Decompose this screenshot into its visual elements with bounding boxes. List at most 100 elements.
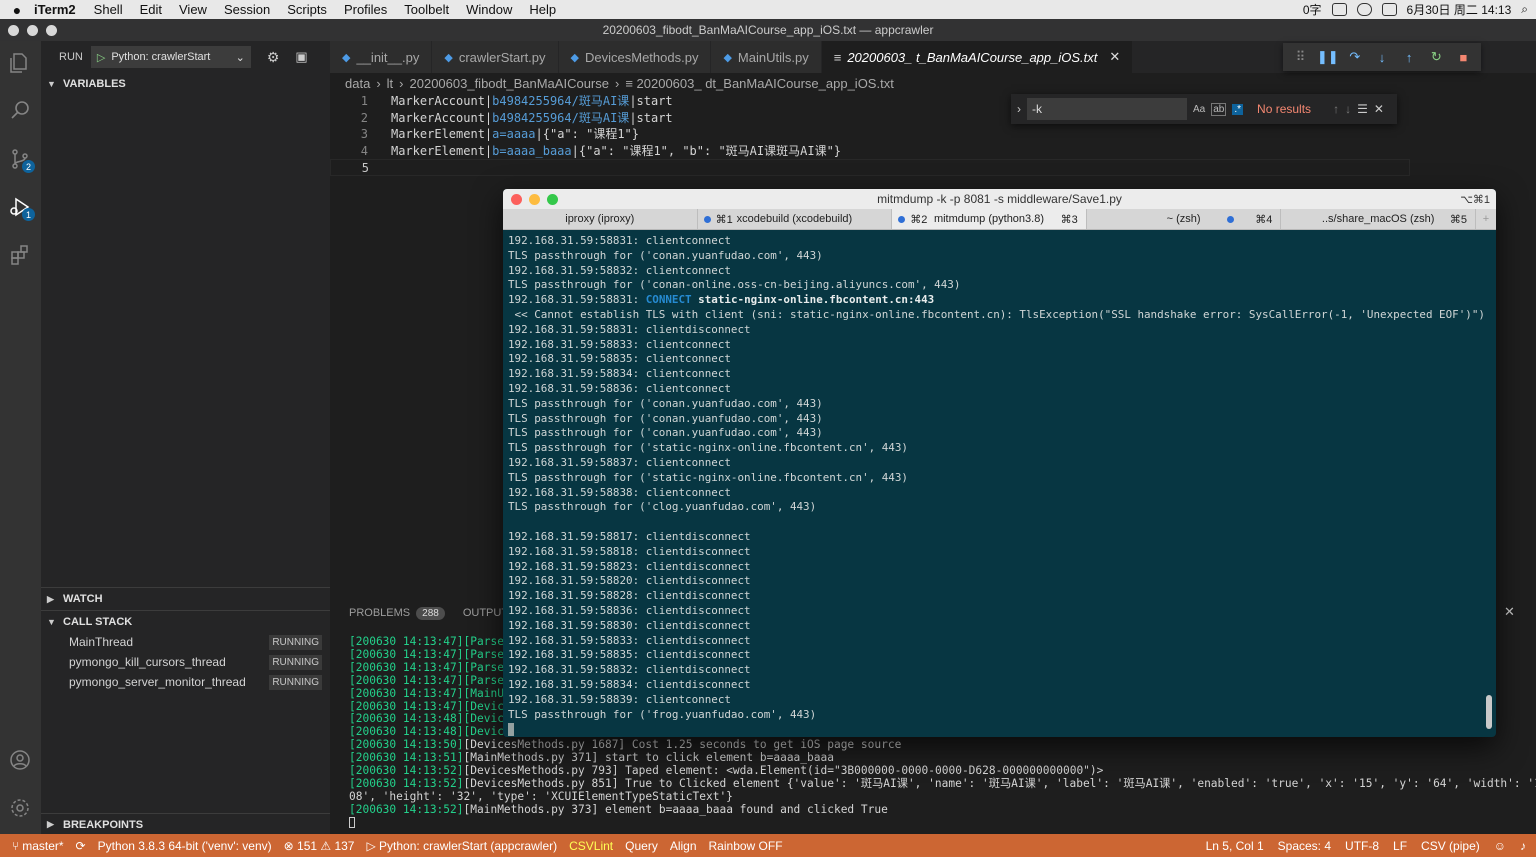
- extensions-icon[interactable]: [6, 241, 34, 269]
- variables-section-header[interactable]: ▼ VARIABLES: [41, 73, 330, 95]
- run-debug-icon[interactable]: 1: [6, 193, 35, 221]
- close-icon[interactable]: ✕: [1504, 604, 1515, 620]
- pause-icon[interactable]: ❚❚: [1317, 49, 1339, 65]
- step-over-icon[interactable]: ↷: [1347, 49, 1363, 65]
- source-control-icon[interactable]: 2: [6, 145, 35, 173]
- cloud-icon[interactable]: [1356, 3, 1372, 16]
- tab-ios-txt[interactable]: ≡ 20200603_ t_BanMaAICourse_app_iOS.txt ✕: [821, 41, 1134, 73]
- regex-toggle[interactable]: .*: [1232, 103, 1244, 115]
- menu-shell[interactable]: Shell: [94, 2, 123, 17]
- arrow-down-icon[interactable]: ↓: [1345, 102, 1351, 116]
- breadcrumb-item[interactable]: lt: [387, 76, 394, 91]
- feedback-icon[interactable]: ☺: [1494, 839, 1506, 853]
- menu-toolbelt[interactable]: Toolbelt: [404, 2, 449, 17]
- git-branch[interactable]: master*: [22, 839, 63, 853]
- zoom-window-button[interactable]: [46, 24, 57, 36]
- code-token: MarkerAccount|: [391, 94, 493, 108]
- log-prefix: [200630 14:13:47]: [349, 660, 464, 674]
- find-in-selection-icon[interactable]: ☰: [1357, 102, 1368, 116]
- apple-menu-icon[interactable]: ●: [0, 2, 34, 18]
- code-token: b=aaaa_baaa: [492, 143, 572, 158]
- watch-section-header[interactable]: ▶ WATCH: [41, 588, 330, 610]
- tab-crawlerstart-py[interactable]: ◆ crawlerStart.py: [432, 41, 559, 73]
- problems-indicator[interactable]: ⊗ 151 ⚠ 137: [284, 839, 355, 853]
- stop-icon[interactable]: ■: [1455, 49, 1471, 65]
- menu-view[interactable]: View: [179, 2, 207, 17]
- settings-gear-icon[interactable]: [6, 794, 34, 822]
- chevron-right-icon[interactable]: ›: [1017, 102, 1021, 116]
- new-tab-icon[interactable]: +: [1476, 209, 1496, 229]
- rainbow-toggle[interactable]: Rainbow OFF: [709, 839, 783, 853]
- call-stack-section-header[interactable]: ▼ CALL STACK: [41, 610, 330, 632]
- restart-icon[interactable]: ↻: [1428, 49, 1444, 65]
- iterm-tab[interactable]: ..s/share_macOS (zsh) ⌘5: [1281, 209, 1476, 229]
- tab-output[interactable]: OUTPUT: [463, 607, 508, 619]
- iterm-tab[interactable]: ~ (zsh) ⌘4: [1087, 209, 1282, 229]
- spotlight-icon[interactable]: ⌕: [1521, 2, 1528, 17]
- bell-icon[interactable]: ♪: [1520, 839, 1526, 853]
- menu-window[interactable]: Window: [466, 2, 512, 17]
- launch-config-select[interactable]: ▷ Python: crawlerStart ⌄: [90, 46, 251, 68]
- close-icon[interactable]: ✕: [1374, 102, 1384, 116]
- terminal-body[interactable]: 192.168.31.59:58831: clientconnect TLS p…: [503, 230, 1496, 737]
- chevron-right-icon: ›: [614, 75, 620, 91]
- menubar-clock[interactable]: 6月30日 周二 14:13: [1407, 1, 1512, 18]
- drag-handle-icon[interactable]: ⠿: [1293, 49, 1309, 65]
- iterm-tab[interactable]: ⌘1 xcodebuild (xcodebuild): [698, 209, 893, 229]
- close-window-button[interactable]: [511, 193, 522, 205]
- sync-icon[interactable]: ⟳: [76, 839, 86, 853]
- menu-edit[interactable]: Edit: [140, 2, 162, 17]
- cursor-position[interactable]: Ln 5, Col 1: [1206, 839, 1264, 853]
- indentation[interactable]: Spaces: 4: [1278, 839, 1331, 853]
- tab-init-py[interactable]: ◆ __init__.py: [330, 41, 433, 73]
- menu-scripts[interactable]: Scripts: [287, 2, 327, 17]
- thread-row[interactable]: pymongo_kill_cursors_thread RUNNING: [41, 652, 330, 672]
- csvlint-button[interactable]: CSVLint: [569, 839, 613, 853]
- language-mode[interactable]: CSV (pipe): [1421, 839, 1480, 853]
- find-input[interactable]: -k: [1027, 98, 1187, 120]
- minimize-window-button[interactable]: [529, 193, 540, 205]
- tab-devicesmethods-py[interactable]: ◆ DevicesMethods.py: [558, 41, 712, 73]
- account-icon[interactable]: [6, 746, 34, 774]
- menu-session[interactable]: Session: [224, 2, 270, 17]
- align-button[interactable]: Align: [670, 839, 697, 853]
- menu-profiles[interactable]: Profiles: [344, 2, 387, 17]
- run-toolbar: RUN ▷ Python: crawlerStart ⌄ ⚙ ▣: [41, 41, 330, 73]
- step-out-icon[interactable]: ↑: [1401, 49, 1417, 65]
- search-icon[interactable]: [6, 96, 34, 124]
- start-debug-icon[interactable]: ▷: [97, 51, 105, 64]
- line-ending[interactable]: LF: [1393, 839, 1407, 853]
- tab-mainutils-py[interactable]: ◆ MainUtils.py: [711, 41, 822, 73]
- close-icon[interactable]: ✕: [1109, 49, 1120, 65]
- breadcrumb-item[interactable]: ≡ 20200603_ dt_BanMaAICourse_app_iOS.txt: [625, 76, 894, 91]
- explorer-icon[interactable]: [6, 49, 34, 77]
- minimize-window-button[interactable]: [27, 24, 38, 36]
- encoding[interactable]: UTF-8: [1345, 839, 1379, 853]
- breadcrumb-item[interactable]: 20200603_fibodt_BanMaAICourse: [410, 76, 609, 91]
- breakpoints-section-header[interactable]: ▶ BREAKPOINTS: [41, 813, 330, 835]
- iterm-tab[interactable]: iproxy (iproxy): [503, 209, 698, 229]
- step-into-icon[interactable]: ↓: [1374, 49, 1390, 65]
- display-icon[interactable]: [1381, 3, 1397, 16]
- breadcrumb-item[interactable]: data: [345, 76, 370, 91]
- grid-icon[interactable]: [1331, 3, 1347, 16]
- zoom-window-button[interactable]: [547, 193, 558, 205]
- terminal-scrollbar[interactable]: [1486, 695, 1492, 729]
- ime-indicator[interactable]: 0字: [1303, 1, 1322, 18]
- iterm-tab[interactable]: ⌘2 mitmdump (python3.8) ⌘3: [892, 209, 1087, 229]
- config-gear-icon[interactable]: ⚙: [267, 49, 280, 66]
- query-button[interactable]: Query: [625, 839, 658, 853]
- whole-word-toggle[interactable]: ab: [1211, 102, 1227, 116]
- tab-problems[interactable]: PROBLEMS 288: [349, 607, 445, 620]
- iterm-tab-key: ⌘1: [715, 213, 733, 226]
- close-window-button[interactable]: [8, 24, 19, 36]
- thread-row[interactable]: pymongo_server_monitor_thread RUNNING: [41, 672, 330, 692]
- debug-console-icon[interactable]: ▣: [295, 49, 307, 65]
- debug-session-indicator[interactable]: ▷ Python: crawlerStart (appcrawler): [366, 839, 557, 853]
- menu-help[interactable]: Help: [529, 2, 556, 17]
- menu-app-name[interactable]: iTerm2: [34, 2, 76, 17]
- thread-row[interactable]: MainThread RUNNING: [41, 632, 330, 652]
- python-interpreter[interactable]: Python 3.8.3 64-bit ('venv': venv): [98, 839, 272, 853]
- match-case-toggle[interactable]: Aa: [1193, 104, 1205, 115]
- arrow-up-icon[interactable]: ↑: [1333, 102, 1339, 116]
